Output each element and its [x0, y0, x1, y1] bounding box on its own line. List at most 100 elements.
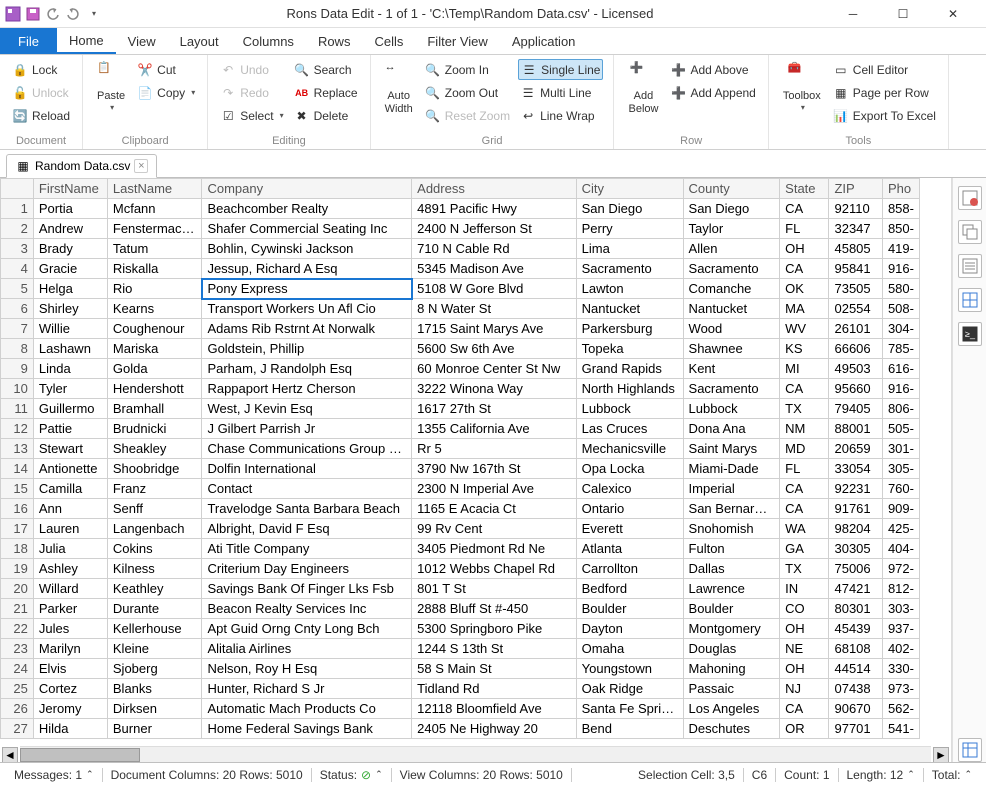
table-row[interactable]: 12PattieBrudnickiJ Gilbert Parrish Jr135… [1, 419, 920, 439]
cell[interactable]: Carrollton [576, 559, 683, 579]
cell[interactable]: 785- [882, 339, 919, 359]
cell[interactable]: Antionette [33, 459, 107, 479]
cell[interactable]: Shafer Commercial Seating Inc [202, 219, 412, 239]
cell[interactable]: 5345 Madison Ave [412, 259, 576, 279]
table-row[interactable]: 6ShirleyKearnsTransport Workers Un Afl C… [1, 299, 920, 319]
cell[interactable]: Shoobridge [107, 459, 202, 479]
column-header-county[interactable]: County [683, 179, 780, 199]
menu-tab-layout[interactable]: Layout [168, 28, 231, 54]
cell[interactable]: 909- [882, 499, 919, 519]
cell[interactable]: 68108 [829, 639, 882, 659]
cell[interactable]: 49503 [829, 359, 882, 379]
column-header-state[interactable]: State [780, 179, 829, 199]
cell[interactable]: Dayton [576, 619, 683, 639]
export-excel-button[interactable]: 📊Export To Excel [831, 105, 938, 126]
cell[interactable]: Stewart [33, 439, 107, 459]
cell[interactable]: 44514 [829, 659, 882, 679]
cell[interactable]: IN [780, 579, 829, 599]
cell[interactable]: 75006 [829, 559, 882, 579]
cell[interactable]: North Highlands [576, 379, 683, 399]
cell[interactable]: 73505 [829, 279, 882, 299]
scroll-thumb[interactable] [20, 748, 140, 762]
cell[interactable]: Pony Express [202, 279, 412, 299]
cell[interactable]: Albright, David F Esq [202, 519, 412, 539]
cell[interactable]: MD [780, 439, 829, 459]
cell[interactable]: 45439 [829, 619, 882, 639]
column-header-firstname[interactable]: FirstName [33, 179, 107, 199]
cell[interactable]: 3405 Piedmont Rd Ne [412, 539, 576, 559]
cell[interactable]: Riskalla [107, 259, 202, 279]
cell[interactable]: Perry [576, 219, 683, 239]
cell[interactable]: Las Cruces [576, 419, 683, 439]
table-row[interactable]: 1PortiaMcfannBeachcomber Realty4891 Paci… [1, 199, 920, 219]
cell[interactable]: Brady [33, 239, 107, 259]
cell[interactable]: Parker [33, 599, 107, 619]
table-row[interactable]: 10TylerHendershottRappaport Hertz Cherso… [1, 379, 920, 399]
cell[interactable]: Mariska [107, 339, 202, 359]
row-number[interactable]: 23 [1, 639, 34, 659]
table-row[interactable]: 23MarilynKleineAlitalia Airlines1244 S 1… [1, 639, 920, 659]
copy-button[interactable]: 📄Copy▾ [135, 82, 197, 103]
menu-tab-application[interactable]: Application [500, 28, 588, 54]
cell[interactable]: Lubbock [576, 399, 683, 419]
cell[interactable]: Parham, J Randolph Esq [202, 359, 412, 379]
cell[interactable]: Boulder [683, 599, 780, 619]
cell[interactable]: 02554 [829, 299, 882, 319]
cell[interactable]: 88001 [829, 419, 882, 439]
cell[interactable]: Burner [107, 719, 202, 739]
cell[interactable]: Snohomish [683, 519, 780, 539]
cell[interactable]: Langenbach [107, 519, 202, 539]
cell[interactable]: Montgomery [683, 619, 780, 639]
cell[interactable]: Willie [33, 319, 107, 339]
cell[interactable]: 425- [882, 519, 919, 539]
side-list-icon[interactable] [958, 254, 982, 278]
cell[interactable]: Ati Title Company [202, 539, 412, 559]
side-table-icon[interactable] [958, 738, 982, 762]
cell[interactable]: Kellerhouse [107, 619, 202, 639]
reload-button[interactable]: 🔄Reload [10, 105, 72, 126]
table-row[interactable]: 15CamillaFranzContact2300 N Imperial Ave… [1, 479, 920, 499]
cell[interactable]: CA [780, 699, 829, 719]
cell[interactable]: 305- [882, 459, 919, 479]
cell[interactable]: Hendershott [107, 379, 202, 399]
cell[interactable]: 850- [882, 219, 919, 239]
cell[interactable]: 1715 Saint Marys Ave [412, 319, 576, 339]
cell[interactable]: Kearns [107, 299, 202, 319]
cell[interactable]: Lashawn [33, 339, 107, 359]
delete-button[interactable]: ✖Delete [292, 105, 360, 126]
cell[interactable]: OH [780, 239, 829, 259]
row-number[interactable]: 10 [1, 379, 34, 399]
menu-tab-home[interactable]: Home [57, 28, 116, 54]
row-number[interactable]: 8 [1, 339, 34, 359]
cell[interactable]: CA [780, 379, 829, 399]
cell[interactable]: 1355 California Ave [412, 419, 576, 439]
cell[interactable]: 45805 [829, 239, 882, 259]
line-wrap-button[interactable]: ↩Line Wrap [518, 105, 603, 126]
row-number[interactable]: 7 [1, 319, 34, 339]
cell[interactable]: Omaha [576, 639, 683, 659]
table-row[interactable]: 13StewartSheakleyChase Communications Gr… [1, 439, 920, 459]
cell[interactable]: San Diego [576, 199, 683, 219]
cell[interactable]: Golda [107, 359, 202, 379]
row-number[interactable]: 24 [1, 659, 34, 679]
cell[interactable]: Franz [107, 479, 202, 499]
cell[interactable]: Tidland Rd [412, 679, 576, 699]
row-number[interactable]: 27 [1, 719, 34, 739]
row-number[interactable]: 16 [1, 499, 34, 519]
cell[interactable]: Nelson, Roy H Esq [202, 659, 412, 679]
redo-button[interactable]: ↷Redo [218, 82, 285, 103]
single-line-button[interactable]: ☰Single Line [518, 59, 603, 80]
cell[interactable]: Travelodge Santa Barbara Beach [202, 499, 412, 519]
cell[interactable]: 3790 Nw 167th St [412, 459, 576, 479]
cell[interactable]: Adams Rib Rstrnt At Norwalk [202, 319, 412, 339]
multi-line-button[interactable]: ☰Multi Line [518, 82, 603, 103]
row-number[interactable]: 5 [1, 279, 34, 299]
cell[interactable]: Savings Bank Of Finger Lks Fsb [202, 579, 412, 599]
menu-tab-cells[interactable]: Cells [362, 28, 415, 54]
cell[interactable]: 79405 [829, 399, 882, 419]
cell[interactable]: 710 N Cable Rd [412, 239, 576, 259]
auto-width-button[interactable]: ↔AutoWidth [381, 59, 417, 126]
cell[interactable]: CO [780, 599, 829, 619]
cell[interactable]: Blanks [107, 679, 202, 699]
cell[interactable]: FL [780, 219, 829, 239]
